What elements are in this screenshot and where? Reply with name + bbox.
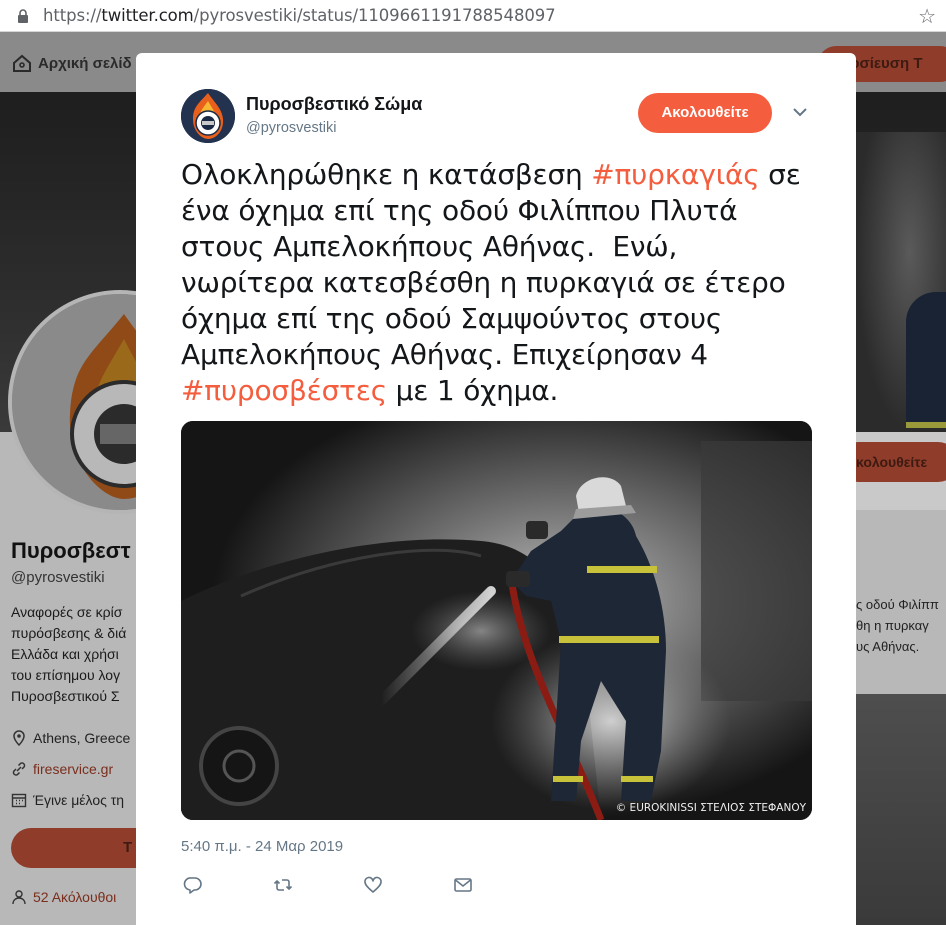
tweet-timestamp[interactable]: 5:40 π.μ. - 24 Μαρ 2019: [181, 838, 343, 855]
link-icon: [12, 762, 26, 776]
person-icon: [12, 890, 26, 905]
background-tweet-text: ς οδού Φιλίππ θη η πυρκαγ υς Αθήνας.: [856, 594, 939, 657]
calendar-icon: [11, 793, 27, 808]
text-line: υς Αθήνας.: [856, 639, 920, 654]
tweet-line: ένα όχημα επί της οδού Φιλίππου Πλυτά: [181, 193, 801, 229]
fire-service-logo-icon: [181, 89, 235, 143]
tweet-text-segment: νωρίτερα κατεσβέσθη η πυρκαγιά σε έτερο: [181, 266, 786, 299]
browser-address-bar: https://twitter.com/pyrosvestiki/status/…: [0, 0, 946, 32]
background-bio: Αναφορές σε κρίσ πυρόσβεσης & διά Ελλάδα…: [11, 602, 141, 707]
author-avatar[interactable]: [181, 89, 235, 143]
tweet-photo[interactable]: © EUROKINISSI ΣΤΕΛΙΟΣ ΣΤΕΦΑΝΟΥ: [181, 421, 812, 820]
background-followers[interactable]: 52 Ακόλουθοι: [11, 889, 116, 905]
joined-text: Έγινε μέλος τη: [33, 792, 125, 808]
tweet-line: Αμπελοκήπους Αθήνας. Επιχείρησαν 4: [181, 337, 801, 373]
hashtag-link[interactable]: #πυρκαγιάς: [591, 158, 759, 191]
background-location: Athens, Greece: [11, 730, 130, 746]
location-pin-icon: [13, 730, 25, 746]
url-text[interactable]: https://twitter.com/pyrosvestiki/status/…: [43, 6, 556, 25]
background-website[interactable]: fireservice.gr: [11, 761, 113, 777]
background-profile-handle: @pyrosvestiki: [11, 569, 105, 586]
background-tweet-image: [856, 694, 946, 925]
tweet-text: Ολοκληρώθηκε η κατάσβεση #πυρκαγιάς σε έ…: [181, 157, 801, 409]
tweet-text-segment: όχημα επί της οδού Σαμψούντος στους: [181, 302, 723, 335]
tweet-line: #πυροσβέστες με 1 όχημα.: [181, 373, 801, 409]
tweet-line: νωρίτερα κατεσβέσθη η πυρκαγιά σε έτερο: [181, 265, 801, 301]
tweet-text-segment: Αμπελοκήπους Αθήνας. Επιχείρησαν 4: [181, 338, 708, 371]
like-icon[interactable]: [363, 875, 383, 895]
banner-firefighter: [906, 292, 946, 422]
tweet-text-segment: με 1 όχημα.: [386, 374, 559, 407]
background-home-label: Αρχική σελίδ: [38, 54, 132, 72]
url-path: /pyrosvestiki/status/1109661191788548097: [193, 6, 556, 25]
firefighter-photo: [181, 421, 812, 820]
author-handle[interactable]: @pyrosvestiki: [246, 120, 336, 136]
bookmark-star-icon[interactable]: ☆: [918, 4, 936, 29]
tweet-text-segment: ένα όχημα επί της οδού Φιλίππου Πλυτά: [181, 194, 738, 227]
bio-line: Ελλάδα και χρήσι: [11, 646, 119, 662]
retweet-icon[interactable]: [273, 875, 293, 895]
photo-credit: © EUROKINISSI ΣΤΕΛΙΟΣ ΣΤΕΦΑΝΟΥ: [615, 802, 806, 814]
hashtag-link[interactable]: #πυροσβέστες: [181, 374, 387, 407]
background-home-link[interactable]: Αρχική σελίδ: [12, 54, 132, 72]
tweet-text-segment: στους Αμπελοκήπους Αθήνας. Ενώ,: [181, 230, 678, 263]
tweet-text-segment: Ολοκληρώθηκε η κατάσβεση: [181, 158, 592, 191]
lock-icon: [18, 9, 28, 23]
website-link[interactable]: fireservice.gr: [33, 761, 113, 777]
home-icon: [13, 54, 31, 72]
bio-line: πυρόσβεσης & διά: [11, 625, 127, 641]
message-icon[interactable]: [453, 875, 473, 895]
bio-line: του επίσημου λογ: [11, 667, 121, 683]
follow-button[interactable]: Ακολουθείτε: [638, 93, 772, 133]
followers-count: 52 Ακόλουθοι: [33, 889, 117, 905]
tweet-line: όχημα επί της οδού Σαμψούντος στους: [181, 301, 801, 337]
tweet-modal: Πυροσβεστικό Σώμα @pyrosvestiki Ακολουθε…: [136, 53, 856, 925]
author-name[interactable]: Πυροσβεστικό Σώμα: [246, 94, 422, 115]
text-line: ς οδού Φιλίππ: [856, 597, 939, 612]
tweet-line: Ολοκληρώθηκε η κατάσβεση #πυρκαγιάς σε: [181, 157, 801, 193]
banner-stripe: [906, 422, 946, 428]
chevron-down-icon[interactable]: [792, 106, 808, 118]
bio-line: Πυροσβεστικού Σ: [11, 688, 120, 704]
url-host: twitter.com: [101, 6, 194, 25]
tweet-line: στους Αμπελοκήπους Αθήνας. Ενώ,: [181, 229, 801, 265]
url-scheme: https://: [43, 6, 102, 25]
text-line: θη η πυρκαγ: [856, 618, 929, 633]
location-text: Athens, Greece: [33, 730, 131, 746]
reply-icon[interactable]: [183, 875, 203, 895]
tweet-text-segment: σε: [759, 158, 801, 191]
background-profile-name: Πυροσβεστ: [11, 538, 131, 563]
bio-line: Αναφορές σε κρίσ: [11, 604, 123, 620]
background-joined: Έγινε μέλος τη: [11, 792, 124, 808]
